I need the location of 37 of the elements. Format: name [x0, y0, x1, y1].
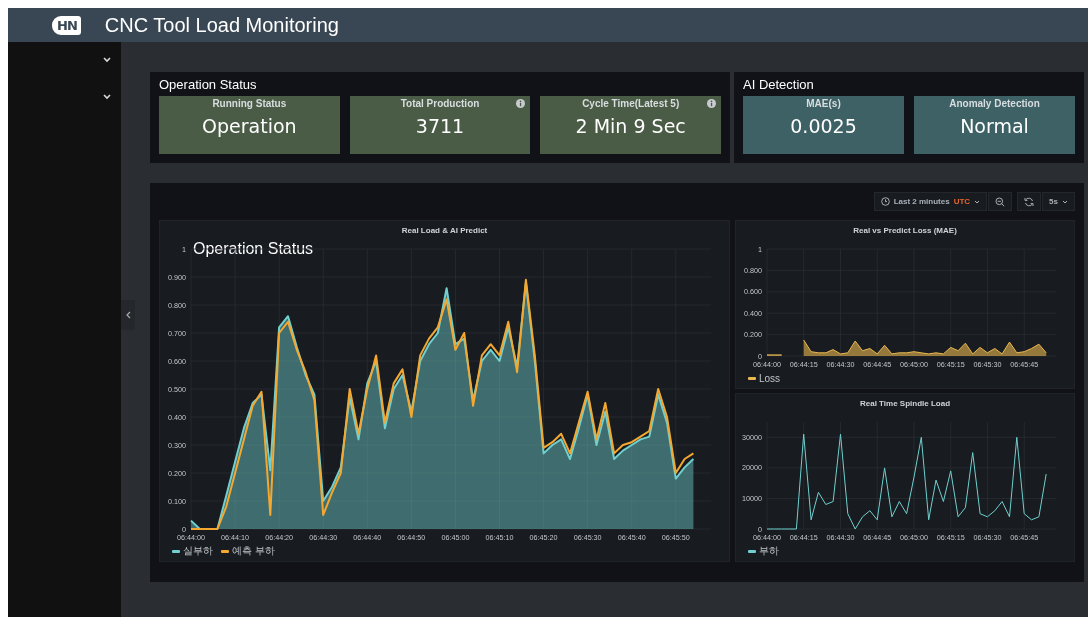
- stat-label: MAE(s): [806, 98, 841, 109]
- logo: HN: [52, 15, 81, 35]
- legend-label: 실부하: [183, 544, 213, 558]
- info-icon[interactable]: [516, 99, 526, 108]
- caret-icon: [974, 199, 981, 204]
- stat-value: Normal: [960, 115, 1029, 137]
- chart-title: Real vs Predict Loss (MAE): [853, 226, 957, 237]
- panel-title: AI Detection: [743, 77, 815, 92]
- refresh-interval-picker[interactable]: 5s: [1042, 192, 1075, 211]
- stat-label: Running Status: [212, 98, 287, 109]
- time-range-picker[interactable]: Last 2 minutes UTC: [873, 192, 988, 211]
- chart-overlay-title: Operation Status: [193, 240, 314, 258]
- app-title: CNC Tool Load Monitoring: [104, 13, 339, 37]
- chart-title: Real Time Spindle Load: [859, 399, 951, 410]
- stat-value: Operation: [202, 115, 297, 137]
- legend-label: 예측 부하: [232, 544, 275, 558]
- zoom-out-button[interactable]: [988, 192, 1013, 211]
- zoom-out-icon: [995, 196, 1006, 207]
- stat-value: 0.0025: [790, 115, 857, 137]
- stat-value: 3711: [415, 115, 465, 137]
- stat-label: Cycle Time(Latest 5): [582, 98, 680, 109]
- refresh-icon: [1024, 196, 1035, 207]
- clock-icon: [880, 197, 890, 206]
- info-icon[interactable]: [707, 99, 716, 108]
- caret-icon: [1062, 199, 1068, 204]
- chevron-down-icon[interactable]: [103, 94, 111, 100]
- panel-title: Operation Status: [159, 77, 258, 92]
- collapse-handle[interactable]: [121, 300, 135, 330]
- stat-label: Anomaly Detection: [949, 98, 1040, 109]
- stat-label: Total Production: [400, 98, 480, 109]
- refresh-button[interactable]: [1017, 192, 1042, 211]
- chart-title: Real Load & AI Predict: [401, 226, 488, 237]
- chevron-left-icon: [125, 311, 131, 319]
- chevron-down-icon[interactable]: [103, 57, 111, 63]
- stat-value: 2 Min 9 Sec: [575, 115, 686, 137]
- legend-label: Loss: [759, 372, 781, 384]
- legend-label: 부하: [759, 544, 779, 558]
